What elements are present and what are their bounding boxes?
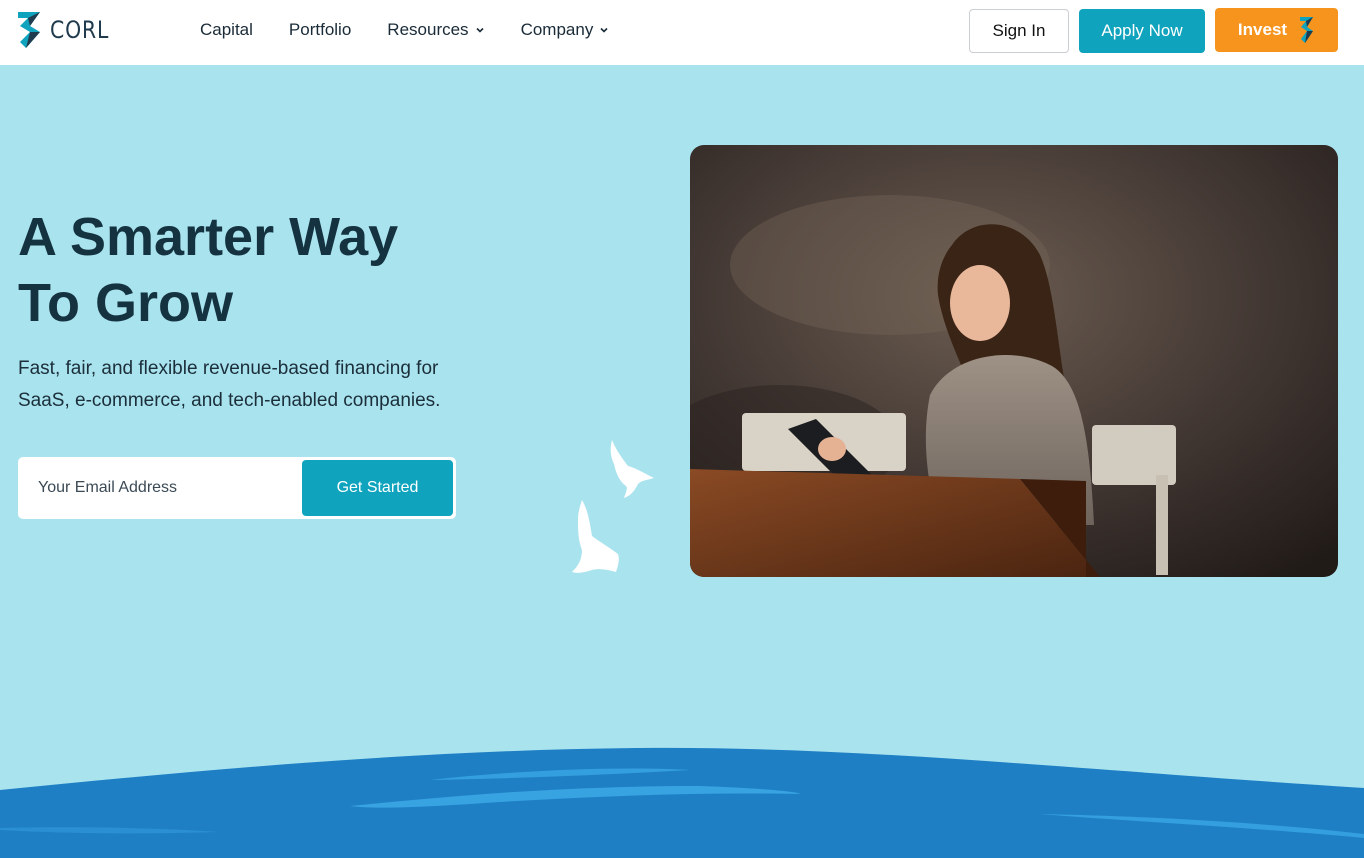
chevron-down-icon <box>475 27 484 33</box>
hero-subtitle-line1: Fast, fair, and flexible revenue-based f… <box>18 358 439 379</box>
nav-item-label: Capital <box>200 20 253 39</box>
hero-title-line2: To Grow <box>18 273 233 333</box>
nav-item-capital[interactable]: Capital <box>200 20 253 40</box>
nav-item-label: Company <box>520 20 594 39</box>
nav-item-company[interactable]: Company <box>521 20 610 40</box>
corl-logo[interactable]: CORL <box>16 10 120 50</box>
sign-in-button[interactable]: Sign In <box>969 9 1069 53</box>
apply-now-button[interactable]: Apply Now <box>1079 9 1205 53</box>
invest-button-label: Invest <box>1237 20 1288 39</box>
site-header: CORL Capital Portfolio Resources Company… <box>0 0 1364 65</box>
invest-button[interactable]: Invest <box>1215 8 1338 52</box>
hero-subtitle-line2: SaaS, e-commerce, and tech-enabled compa… <box>18 390 441 411</box>
hero-title-line1: A Smarter Way <box>18 207 399 267</box>
email-signup-form: Get Started <box>18 457 456 519</box>
nav-item-label: Resources <box>387 20 469 39</box>
corl-logo-icon <box>18 12 40 48</box>
bird-illustration-icon <box>572 440 654 573</box>
nav-item-resources[interactable]: Resources <box>387 20 484 40</box>
hero-photo <box>690 145 1338 577</box>
chevron-down-icon <box>600 27 608 33</box>
main-nav: Capital Portfolio Resources Company <box>200 0 645 60</box>
hero-subtitle: Fast, fair, and flexible revenue-based f… <box>18 353 488 417</box>
nav-item-label: Portfolio <box>288 20 352 39</box>
corl-logo-icon <box>1300 17 1314 43</box>
hero-title: A Smarter Way To Grow <box>18 204 538 336</box>
nav-item-portfolio[interactable]: Portfolio <box>289 20 351 40</box>
email-input[interactable] <box>18 457 300 519</box>
wave-illustration <box>0 747 1364 858</box>
get-started-button[interactable]: Get Started <box>302 460 453 516</box>
logo-wordmark: CORL <box>50 16 110 44</box>
